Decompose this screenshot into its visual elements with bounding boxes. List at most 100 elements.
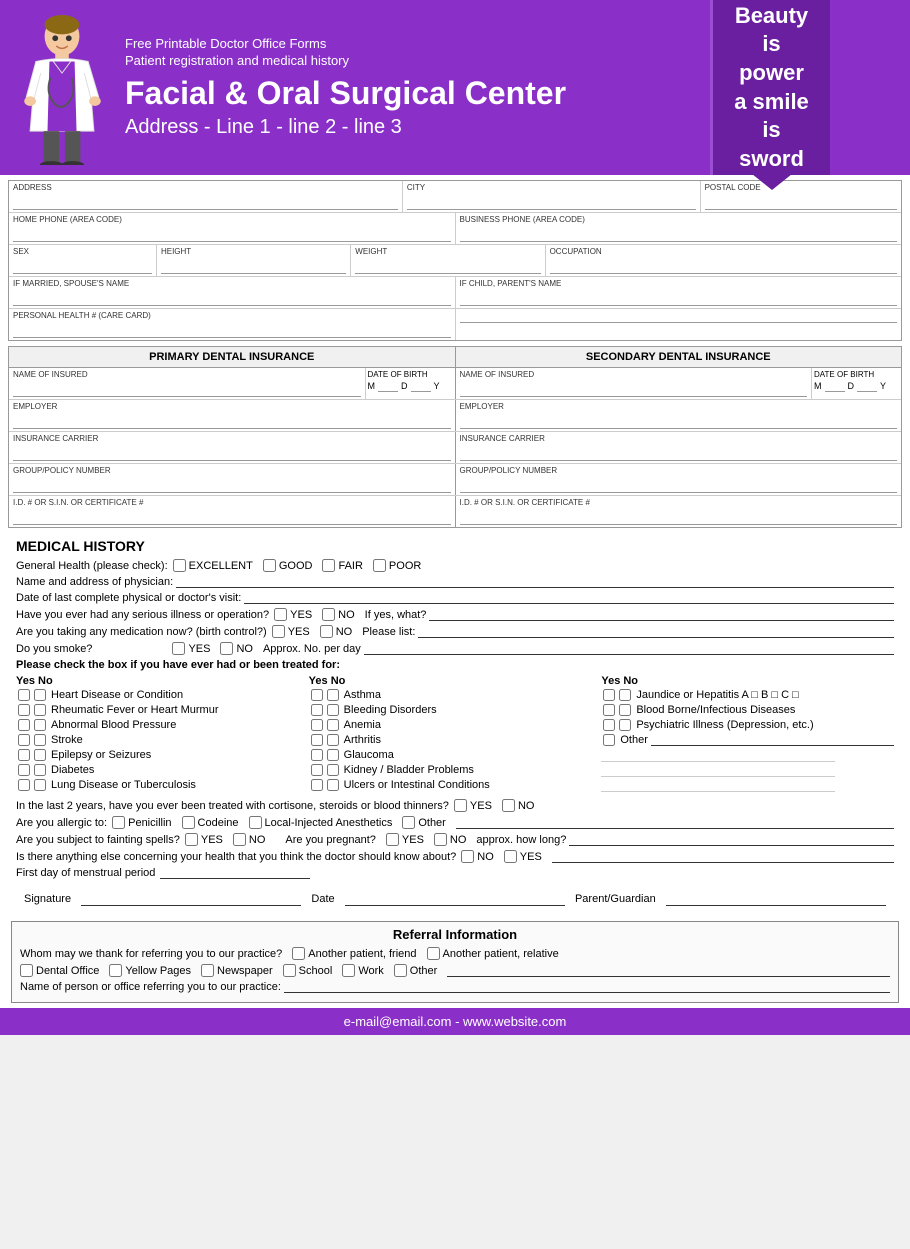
psych-yes[interactable] [603,719,615,731]
excellent-checkbox[interactable] [173,559,186,572]
kidney-no[interactable] [327,764,339,776]
rheumatic-yes[interactable] [18,704,30,716]
heart-yes[interactable] [18,689,30,701]
penicillin-checkbox[interactable] [112,816,125,829]
anything-yes[interactable] [504,850,517,863]
pregnant-yes[interactable] [386,833,399,846]
local-anesthetics-checkbox[interactable] [249,816,262,829]
dental-office-group[interactable]: Dental Office [20,964,99,977]
rheumatic-no[interactable] [34,704,46,716]
fair-checkbox-group[interactable]: FAIR [322,559,362,572]
stroke-yes[interactable] [18,734,30,746]
bp-yes[interactable] [18,719,30,731]
fainting-yes[interactable] [185,833,198,846]
other-allergy-checkbox[interactable] [402,816,415,829]
child-parent-cell: IF CHILD, PARENT'S NAME [456,277,902,308]
cortisone-no-group[interactable]: NO [502,799,535,812]
anything-no-group[interactable]: NO [461,850,494,863]
secondary-ins-title: SECONDARY DENTAL INSURANCE [456,347,902,367]
fainting-no-group[interactable]: NO [233,833,266,846]
anemia-no[interactable] [327,719,339,731]
cortisone-yes[interactable] [454,799,467,812]
diabetes-yes[interactable] [18,764,30,776]
good-checkbox[interactable] [263,559,276,572]
another-patient-friend-group[interactable]: Another patient, friend [292,947,416,960]
poor-checkbox[interactable] [373,559,386,572]
anything-yes-group[interactable]: YES [504,850,542,863]
school-group[interactable]: School [283,964,333,977]
smoke-yes-group[interactable]: YES [172,642,210,655]
jaundice-yes[interactable] [603,689,615,701]
diabetes-no[interactable] [34,764,46,776]
dental-office-checkbox[interactable] [20,964,33,977]
lung-no[interactable] [34,779,46,791]
penicillin-group[interactable]: Penicillin [112,816,171,829]
ulcers-yes[interactable] [311,779,323,791]
bloodborne-no[interactable] [619,704,631,716]
med-no-checkbox[interactable] [320,625,333,638]
codeine-group[interactable]: Codeine [182,816,239,829]
arthritis-yes[interactable] [311,734,323,746]
codeine-checkbox[interactable] [182,816,195,829]
another-relative-checkbox[interactable] [427,947,440,960]
work-checkbox[interactable] [342,964,355,977]
medical-title: MEDICAL HISTORY [16,538,894,554]
another-patient-friend-checkbox[interactable] [292,947,305,960]
other-referral-checkbox[interactable] [394,964,407,977]
pregnant-no-group[interactable]: NO [434,833,467,846]
fainting-no[interactable] [233,833,246,846]
bleeding-no[interactable] [327,704,339,716]
newspaper-checkbox[interactable] [201,964,214,977]
cortisone-no[interactable] [502,799,515,812]
work-group[interactable]: Work [342,964,383,977]
yellow-pages-checkbox[interactable] [109,964,122,977]
med-no-group[interactable]: NO [320,625,353,638]
smoke-no-group[interactable]: NO [220,642,253,655]
psych-no[interactable] [619,719,631,731]
poor-checkbox-group[interactable]: POOR [373,559,421,572]
other-condition-yes[interactable] [603,734,615,746]
school-checkbox[interactable] [283,964,296,977]
other-allergy-group[interactable]: Other [402,816,446,829]
stroke-no[interactable] [34,734,46,746]
asthma-no[interactable] [327,689,339,701]
good-checkbox-group[interactable]: GOOD [263,559,313,572]
pregnant-no[interactable] [434,833,447,846]
header-left: Free Printable Doctor Office Forms Patie… [0,0,710,175]
yellow-pages-group[interactable]: Yellow Pages [109,964,191,977]
anything-no[interactable] [461,850,474,863]
kidney-yes[interactable] [311,764,323,776]
jaundice-no[interactable] [619,689,631,701]
serious-illness-line: Have you ever had any serious illness or… [16,608,894,621]
illness-no-checkbox[interactable] [322,608,335,621]
cortisone-yes-group[interactable]: YES [454,799,492,812]
pregnant-yes-group[interactable]: YES [386,833,424,846]
bp-no[interactable] [34,719,46,731]
fainting-yes-group[interactable]: YES [185,833,223,846]
excellent-checkbox-group[interactable]: EXCELLENT [173,559,253,572]
asthma-yes[interactable] [311,689,323,701]
newspaper-group[interactable]: Newspaper [201,964,273,977]
glaucoma-no[interactable] [327,749,339,761]
other-referral-group[interactable]: Other [394,964,438,977]
glaucoma-yes[interactable] [311,749,323,761]
epilepsy-no[interactable] [34,749,46,761]
illness-no-group[interactable]: NO [322,608,355,621]
illness-yes-group[interactable]: YES [274,608,312,621]
illness-yes-checkbox[interactable] [274,608,287,621]
heart-no[interactable] [34,689,46,701]
another-relative-group[interactable]: Another patient, relative [427,947,559,960]
fair-checkbox[interactable] [322,559,335,572]
ulcers-no[interactable] [327,779,339,791]
bloodborne-yes[interactable] [603,704,615,716]
smoke-no-checkbox[interactable] [220,642,233,655]
lung-yes[interactable] [18,779,30,791]
bleeding-yes[interactable] [311,704,323,716]
smoke-yes-checkbox[interactable] [172,642,185,655]
epilepsy-yes[interactable] [18,749,30,761]
med-yes-group[interactable]: YES [272,625,310,638]
arthritis-no[interactable] [327,734,339,746]
anemia-yes[interactable] [311,719,323,731]
local-anesthetics-group[interactable]: Local-Injected Anesthetics [249,816,393,829]
med-yes-checkbox[interactable] [272,625,285,638]
